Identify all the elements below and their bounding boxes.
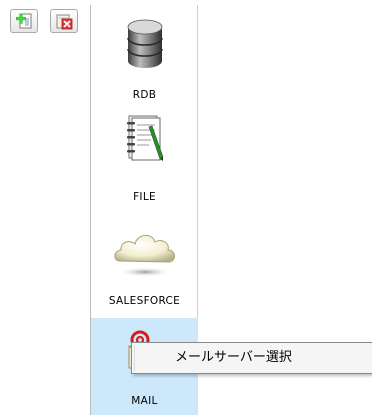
palette-item-label: FILE [133, 191, 156, 203]
palette-item-label: MAIL [131, 395, 158, 407]
notebook-file-icon [126, 115, 163, 161]
palette-item-salesforce[interactable]: SALESFORCE [91, 209, 198, 317]
context-menu: メールサーバー選択 [131, 342, 372, 374]
database-icon [126, 19, 163, 68]
add-document-icon [16, 13, 32, 29]
palette-item-label: SALESFORCE [108, 295, 181, 307]
palette-item-file[interactable]: FILE [91, 107, 198, 209]
cloud-icon [113, 235, 175, 277]
app-root: RDB FILE SALESFORCE MAIL メールサーバー選択 [0, 0, 372, 415]
menu-item-select-mail-server[interactable]: メールサーバー選択 [134, 345, 372, 371]
palette-item-rdb[interactable]: RDB [91, 5, 198, 107]
delete-document-icon [56, 14, 73, 30]
delete-button[interactable] [50, 9, 78, 33]
palette-item-label: RDB [132, 89, 157, 101]
add-button[interactable] [10, 9, 38, 33]
